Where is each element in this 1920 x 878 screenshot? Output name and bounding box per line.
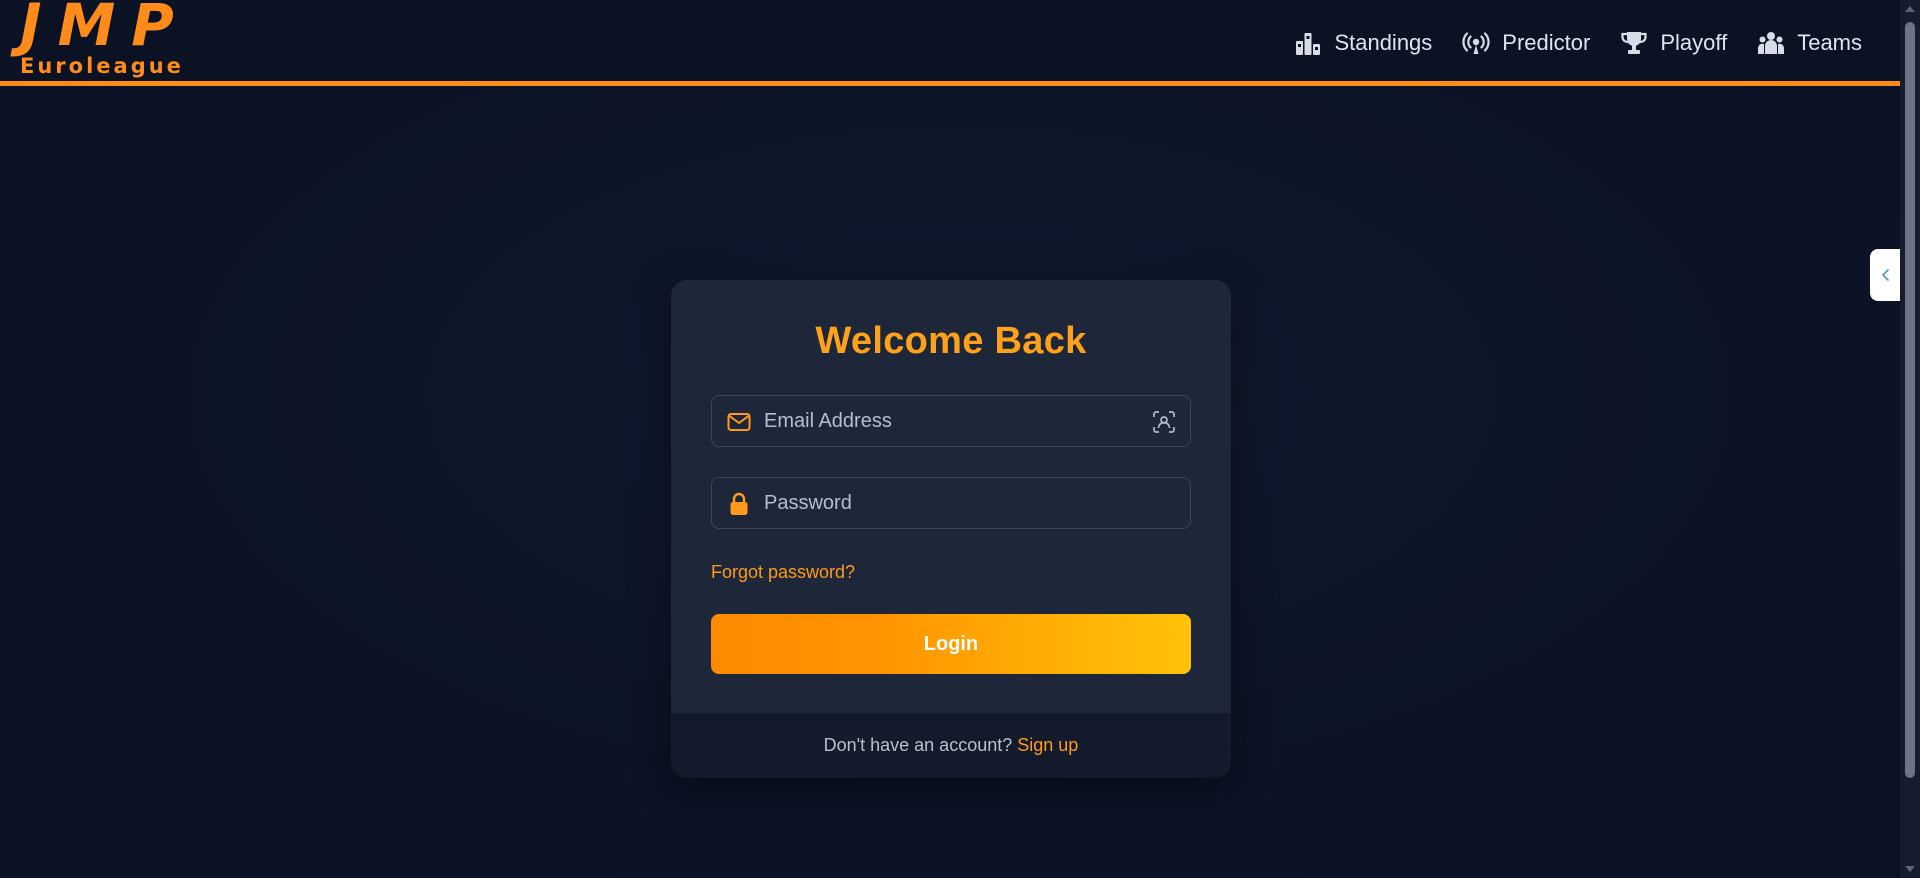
logo-sub-text: Euroleague [20, 54, 184, 78]
scroll-up-arrow[interactable] [1905, 6, 1915, 12]
trophy-icon [1621, 32, 1647, 54]
main-nav: Standings Predictor Playoff Teams [1294, 24, 1862, 62]
email-field[interactable] [711, 395, 1191, 447]
logo-main-text: JMP [20, 0, 190, 59]
broadcast-icon [1462, 32, 1490, 54]
nav-item-standings[interactable]: Standings [1294, 24, 1432, 62]
site-logo[interactable]: JMP Euroleague [18, 0, 190, 82]
login-title: Welcome Back [815, 320, 1087, 362]
standings-icon [1296, 33, 1321, 55]
login-card: Welcome Back Forgot passwor [671, 280, 1231, 778]
envelope-icon [727, 413, 751, 431]
nav-item-predictor[interactable]: Predictor [1462, 24, 1590, 62]
chevron-left-icon [1882, 269, 1889, 281]
scroll-thumb[interactable] [1905, 22, 1915, 778]
scroll-down-arrow[interactable] [1905, 866, 1915, 872]
nav-item-label: Standings [1334, 30, 1433, 55]
users-icon [1758, 32, 1785, 54]
nav-item-label: Predictor [1502, 30, 1591, 55]
lock-icon [730, 492, 748, 515]
page-scrollbar[interactable] [1900, 0, 1920, 878]
forgot-password-link[interactable]: Forgot password? [711, 562, 855, 583]
site-header: JMP Euroleague Standings Predictor Playo… [0, 0, 1900, 86]
nav-item-label: Teams [1797, 30, 1862, 55]
autofill-contact-icon[interactable] [1152, 410, 1176, 434]
no-account-text: Don't have an account? [823, 735, 1013, 755]
nav-item-label: Playoff [1660, 30, 1728, 55]
login-card-footer: Don't have an account? Sign up [671, 713, 1231, 778]
page: JMP Euroleague Standings Predictor Playo… [0, 0, 1920, 878]
nav-item-teams[interactable]: Teams [1757, 24, 1862, 62]
login-button[interactable]: Login [711, 614, 1191, 674]
nav-item-playoff[interactable]: Playoff [1620, 24, 1727, 62]
sign-up-link[interactable]: Sign up [1017, 735, 1078, 756]
email-input[interactable] [762, 396, 1142, 446]
password-input[interactable] [762, 478, 1142, 528]
side-panel-toggle[interactable] [1870, 249, 1902, 301]
password-field[interactable] [711, 477, 1191, 529]
